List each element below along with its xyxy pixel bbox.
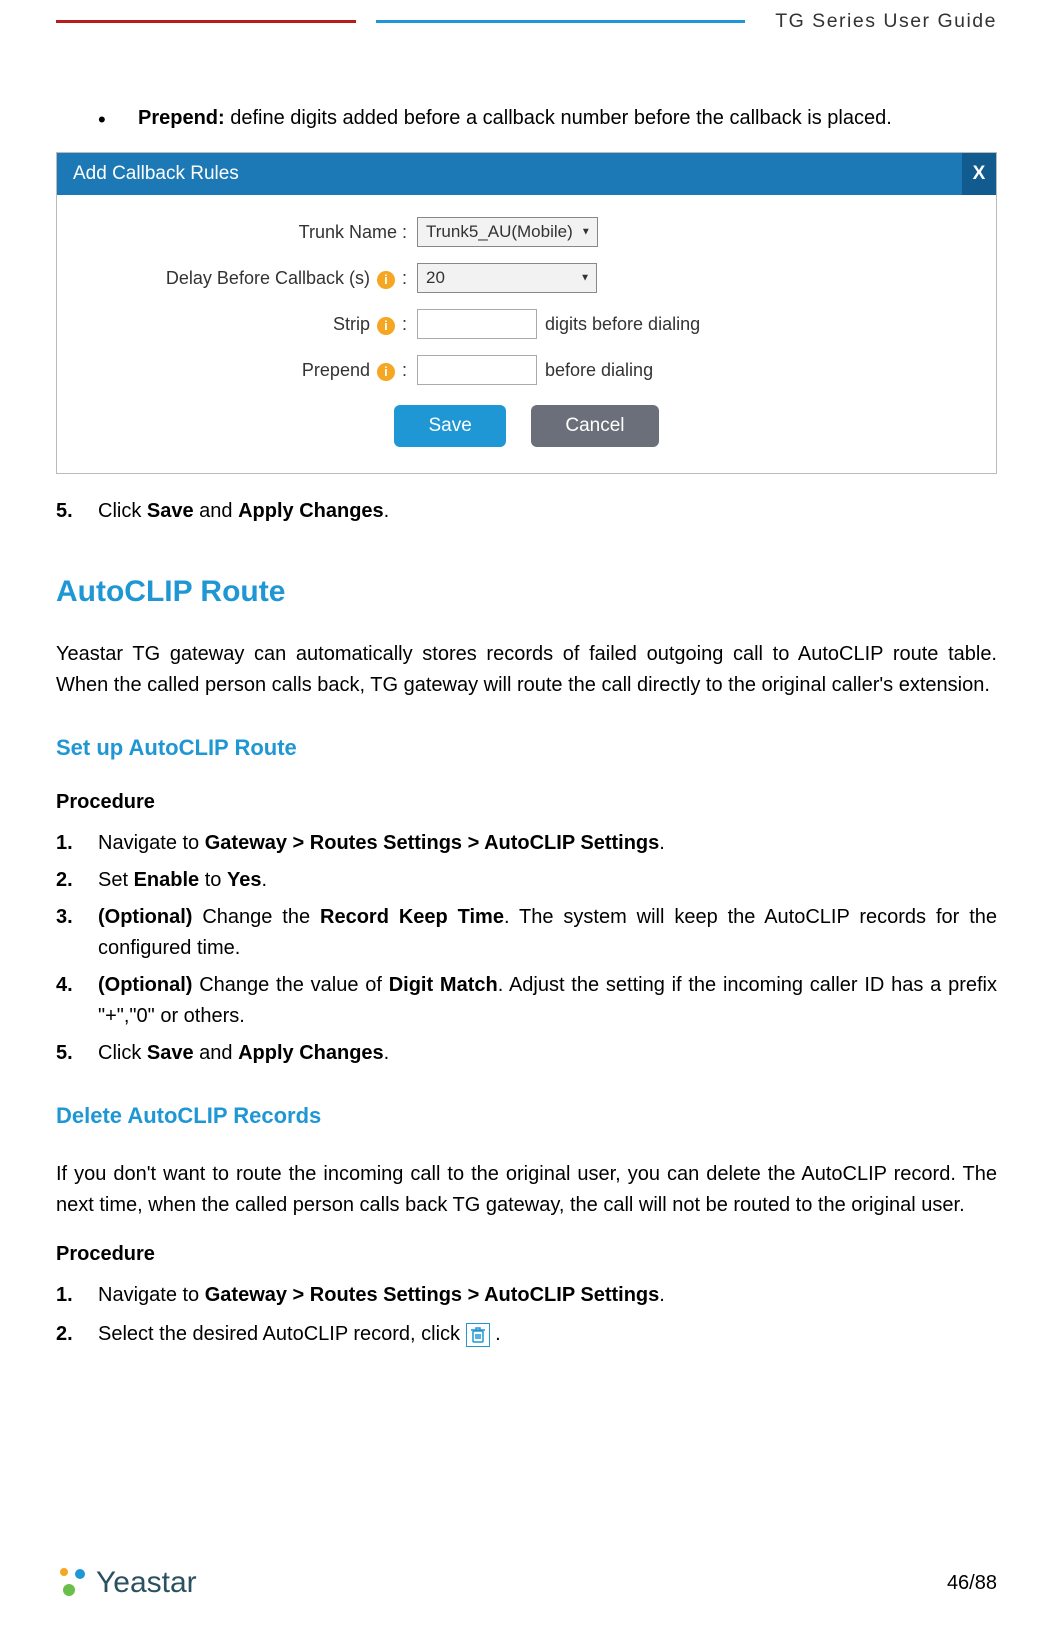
page-header: TG Series User Guide [0, 0, 1053, 33]
strip-input[interactable] [417, 309, 537, 339]
setup-autoclip-heading: Set up AutoCLIP Route [56, 735, 997, 761]
delay-label: Delay Before Callback (s) i : [77, 268, 417, 289]
modal-header: Add Callback Rules X [57, 153, 996, 195]
page-number: 46/88 [947, 1572, 997, 1595]
page-footer: Yeastar 46/88 [56, 1566, 997, 1600]
delete-step-2: 2. Select the desired AutoCLIP record, c… [56, 1319, 997, 1350]
info-icon[interactable]: i [377, 317, 395, 335]
header-accent-left [56, 20, 356, 23]
setup-step-5: 5. Click Save and Apply Changes. [56, 1038, 997, 1069]
setup-step-2: 2. Set Enable to Yes. [56, 865, 997, 896]
procedure-heading-2: Procedure [56, 1243, 997, 1266]
header-title: TG Series User Guide [745, 10, 997, 33]
prepend-bullet: • Prepend: define digits added before a … [98, 103, 997, 136]
procedure-heading-1: Procedure [56, 791, 997, 814]
bullet-dot-icon: • [98, 103, 138, 136]
logo-icon [56, 1566, 90, 1600]
info-icon[interactable]: i [377, 271, 395, 289]
cancel-button[interactable]: Cancel [531, 405, 658, 447]
trash-icon[interactable] [466, 1323, 490, 1347]
delete-step-1: 1. Navigate to Gateway > Routes Settings… [56, 1280, 997, 1311]
callback-modal-figure: Add Callback Rules X Trunk Name : Trunk5… [56, 152, 997, 474]
prepend-after-text: before dialing [545, 360, 653, 381]
autoclip-intro: Yeastar TG gateway can automatically sto… [56, 639, 997, 701]
strip-after-text: digits before dialing [545, 314, 700, 335]
trunk-name-label: Trunk Name : [77, 222, 417, 243]
setup-step-4: 4. (Optional) Change the value of Digit … [56, 970, 997, 1032]
delete-autoclip-heading: Delete AutoCLIP Records [56, 1103, 997, 1129]
autoclip-route-heading: AutoCLIP Route [56, 575, 997, 609]
header-accent-right [376, 20, 745, 23]
delete-intro: If you don't want to route the incoming … [56, 1159, 997, 1221]
prepend-input[interactable] [417, 355, 537, 385]
bullet-label: Prepend: [138, 107, 225, 129]
close-icon[interactable]: X [962, 153, 996, 195]
bullet-text: define digits added before a callback nu… [225, 107, 892, 129]
trunk-name-select[interactable]: Trunk5_AU(Mobile) [417, 217, 598, 247]
yeastar-logo: Yeastar [56, 1566, 197, 1600]
setup-step-3: 3. (Optional) Change the Record Keep Tim… [56, 902, 997, 964]
prepend-label: Prepend i : [77, 360, 417, 381]
delay-select[interactable]: 20 [417, 263, 597, 293]
modal-title: Add Callback Rules [73, 163, 239, 185]
info-icon[interactable]: i [377, 363, 395, 381]
save-button[interactable]: Save [394, 405, 505, 447]
step-5: 5. Click Save and Apply Changes. [56, 496, 997, 527]
strip-label: Strip i : [77, 314, 417, 335]
logo-text: Yeastar [96, 1566, 197, 1600]
setup-step-1: 1. Navigate to Gateway > Routes Settings… [56, 828, 997, 859]
